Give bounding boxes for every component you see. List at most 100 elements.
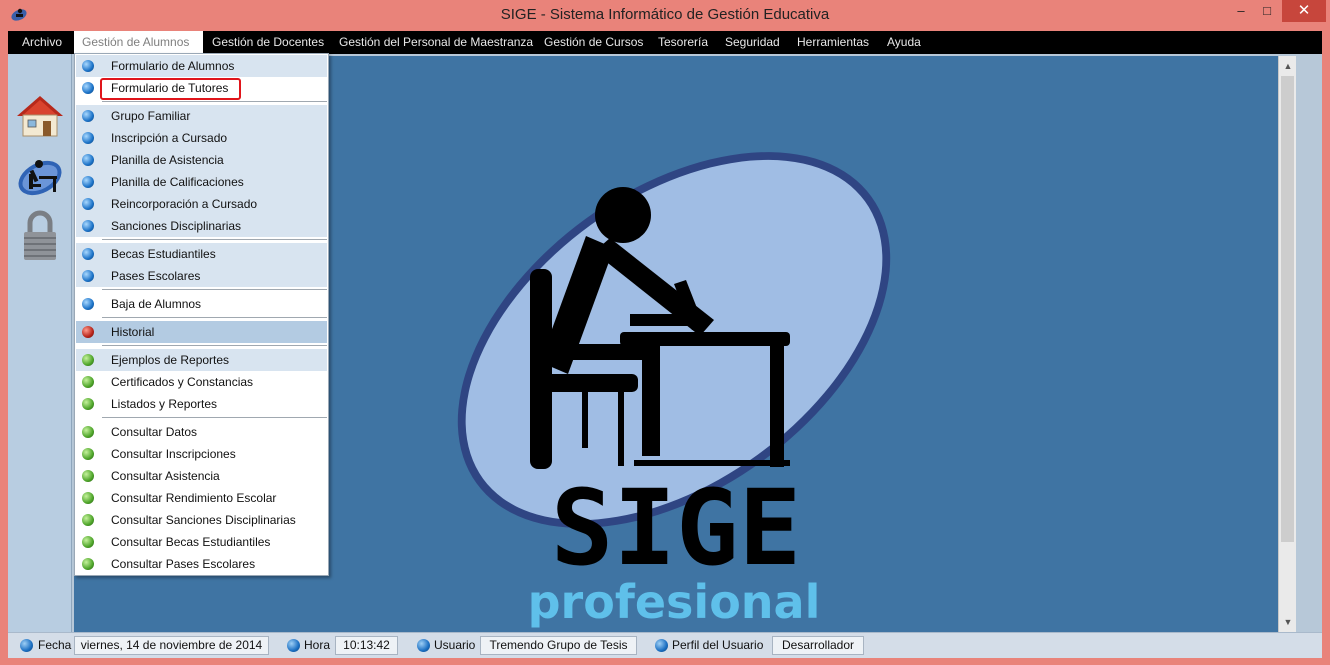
menu-seguridad[interactable]: Seguridad — [725, 31, 780, 54]
menu-item-label: Reincorporación a Cursado — [111, 197, 258, 211]
green-dot-icon — [82, 514, 94, 526]
menu-item-reincorporacion-cursado[interactable]: Reincorporación a Cursado — [76, 193, 327, 215]
menu-item-consultar-pases[interactable]: Consultar Pases Escolares — [76, 553, 327, 575]
title-bar[interactable]: SIGE - Sistema Informático de Gestión Ed… — [0, 0, 1330, 31]
menu-item-consultar-becas[interactable]: Consultar Becas Estudiantiles — [76, 531, 327, 553]
menu-tesoreria[interactable]: Tesorería — [658, 31, 708, 54]
menu-item-label: Listados y Reportes — [111, 397, 218, 411]
menu-bar: Archivo Gestión de Alumnos Gestión de Do… — [8, 31, 1322, 54]
menu-item-label: Planilla de Calificaciones — [111, 175, 244, 189]
menu-item-consultar-inscripciones[interactable]: Consultar Inscripciones — [76, 443, 327, 465]
green-dot-icon — [82, 398, 94, 410]
menu-item-historial[interactable]: Historial — [76, 321, 327, 343]
menu-separator — [102, 289, 327, 290]
menu-item-label: Consultar Sanciones Disciplinarias — [111, 513, 296, 527]
menu-item-consultar-datos[interactable]: Consultar Datos — [76, 421, 327, 443]
minimize-button[interactable]: – — [1228, 0, 1254, 22]
blue-dot-icon — [82, 270, 94, 282]
blue-dot-icon — [82, 132, 94, 144]
menu-item-label: Ejemplos de Reportes — [111, 353, 230, 367]
menu-item-label: Baja de Alumnos — [111, 297, 202, 311]
logo-word: SIGE — [551, 467, 801, 589]
window-title: SIGE - Sistema Informático de Gestión Ed… — [500, 6, 830, 23]
perfil-value: Desarrollador — [772, 636, 864, 655]
padlock-icon[interactable] — [20, 210, 60, 262]
left-toolbar — [8, 54, 72, 632]
menu-item-consultar-rendimiento-escolar[interactable]: Consultar Rendimiento Escolar — [76, 487, 327, 509]
scroll-up-icon[interactable]: ▲ — [1279, 58, 1297, 74]
green-dot-icon — [82, 470, 94, 482]
menu-gestion-cursos[interactable]: Gestión de Cursos — [544, 31, 643, 54]
menu-separator — [102, 417, 327, 418]
menu-item-listados-reportes[interactable]: Listados y Reportes — [76, 393, 327, 415]
green-dot-icon — [82, 492, 94, 504]
menu-item-label: Historial — [111, 325, 155, 339]
student-desk-icon[interactable] — [15, 154, 65, 198]
usuario-label: Usuario — [434, 638, 476, 652]
home-icon[interactable] — [15, 94, 65, 138]
blue-dot-icon — [82, 198, 94, 210]
blue-dot-icon — [82, 110, 94, 122]
menu-item-baja-alumnos[interactable]: Baja de Alumnos — [76, 293, 327, 315]
fecha-dot-icon — [20, 639, 33, 652]
green-dot-icon — [82, 426, 94, 438]
menu-item-planilla-asistencia[interactable]: Planilla de Asistencia — [76, 149, 327, 171]
usuario-dot-icon — [417, 639, 430, 652]
app-window: SIGE - Sistema Informático de Gestión Ed… — [0, 0, 1330, 665]
close-button[interactable]: ✕ — [1282, 0, 1326, 22]
menu-herramientas[interactable]: Herramientas — [797, 31, 869, 54]
menu-item-consultar-sanciones[interactable]: Consultar Sanciones Disciplinarias — [76, 509, 327, 531]
logo-subtitle: profesional — [528, 575, 821, 629]
menu-separator — [102, 239, 327, 240]
blue-dot-icon — [82, 154, 94, 166]
menu-item-label: Certificados y Constancias — [111, 375, 254, 389]
menu-item-label: Grupo Familiar — [111, 109, 191, 123]
menu-gestion-personal-maestranza[interactable]: Gestión del Personal de Maestranza — [339, 31, 533, 54]
menu-item-pases-escolares[interactable]: Pases Escolares — [76, 265, 327, 287]
menu-item-label: Formulario de Alumnos — [111, 59, 235, 73]
blue-dot-icon — [82, 82, 94, 94]
green-dot-icon — [82, 354, 94, 366]
menu-item-label: Sanciones Disciplinarias — [111, 219, 242, 233]
menu-item-ejemplos-reportes[interactable]: Ejemplos de Reportes — [76, 349, 327, 371]
menu-item-certificados-constancias[interactable]: Certificados y Constancias — [76, 371, 327, 393]
fecha-value: viernes, 14 de noviembre de 2014 — [74, 636, 269, 655]
menu-ayuda[interactable]: Ayuda — [887, 31, 921, 54]
hora-label: Hora — [304, 638, 331, 652]
blue-dot-icon — [82, 220, 94, 232]
fecha-label: Fecha — [38, 638, 72, 652]
menu-item-label: Consultar Datos — [111, 425, 198, 439]
green-dot-icon — [82, 448, 94, 460]
menu-item-label: Consultar Inscripciones — [111, 447, 236, 461]
status-bar: Fecha viernes, 14 de noviembre de 2014 H… — [8, 632, 1322, 658]
gestion-alumnos-dropdown: Formulario de Alumnos Formulario de Tuto… — [74, 53, 329, 576]
scroll-down-icon[interactable]: ▼ — [1279, 614, 1297, 630]
menu-item-label: Becas Estudiantiles — [111, 247, 216, 261]
menu-item-consultar-asistencia[interactable]: Consultar Asistencia — [76, 465, 327, 487]
red-dot-icon — [82, 326, 94, 338]
scroll-thumb[interactable] — [1281, 76, 1294, 542]
perfil-dot-icon — [655, 639, 668, 652]
menu-item-label: Consultar Pases Escolares — [111, 557, 256, 571]
menu-gestion-alumnos[interactable]: Gestión de Alumnos — [74, 31, 203, 54]
green-dot-icon — [82, 376, 94, 388]
hora-value: 10:13:42 — [335, 636, 398, 655]
menu-item-inscripcion-cursado[interactable]: Inscripción a Cursado — [76, 127, 327, 149]
menu-gestion-docentes[interactable]: Gestión de Docentes — [212, 31, 324, 54]
green-dot-icon — [82, 558, 94, 570]
usuario-value: Tremendo Grupo de Tesis — [480, 636, 637, 655]
blue-dot-icon — [82, 176, 94, 188]
maximize-button[interactable]: □ — [1254, 0, 1280, 22]
menu-item-sanciones-disciplinarias[interactable]: Sanciones Disciplinarias — [76, 215, 327, 237]
menu-item-grupo-familiar[interactable]: Grupo Familiar — [76, 105, 327, 127]
menu-item-label: Consultar Asistencia — [111, 469, 220, 483]
menu-item-label: Planilla de Asistencia — [111, 153, 224, 167]
menu-item-formulario-alumnos[interactable]: Formulario de Alumnos — [76, 55, 327, 77]
vertical-scrollbar[interactable]: ▲ ▼ — [1278, 56, 1296, 632]
menu-item-becas-estudiantiles[interactable]: Becas Estudiantiles — [76, 243, 327, 265]
menu-archivo[interactable]: Archivo — [22, 31, 62, 54]
menu-separator — [102, 101, 327, 102]
hora-dot-icon — [287, 639, 300, 652]
menu-separator — [102, 345, 327, 346]
menu-item-planilla-calificaciones[interactable]: Planilla de Calificaciones — [76, 171, 327, 193]
